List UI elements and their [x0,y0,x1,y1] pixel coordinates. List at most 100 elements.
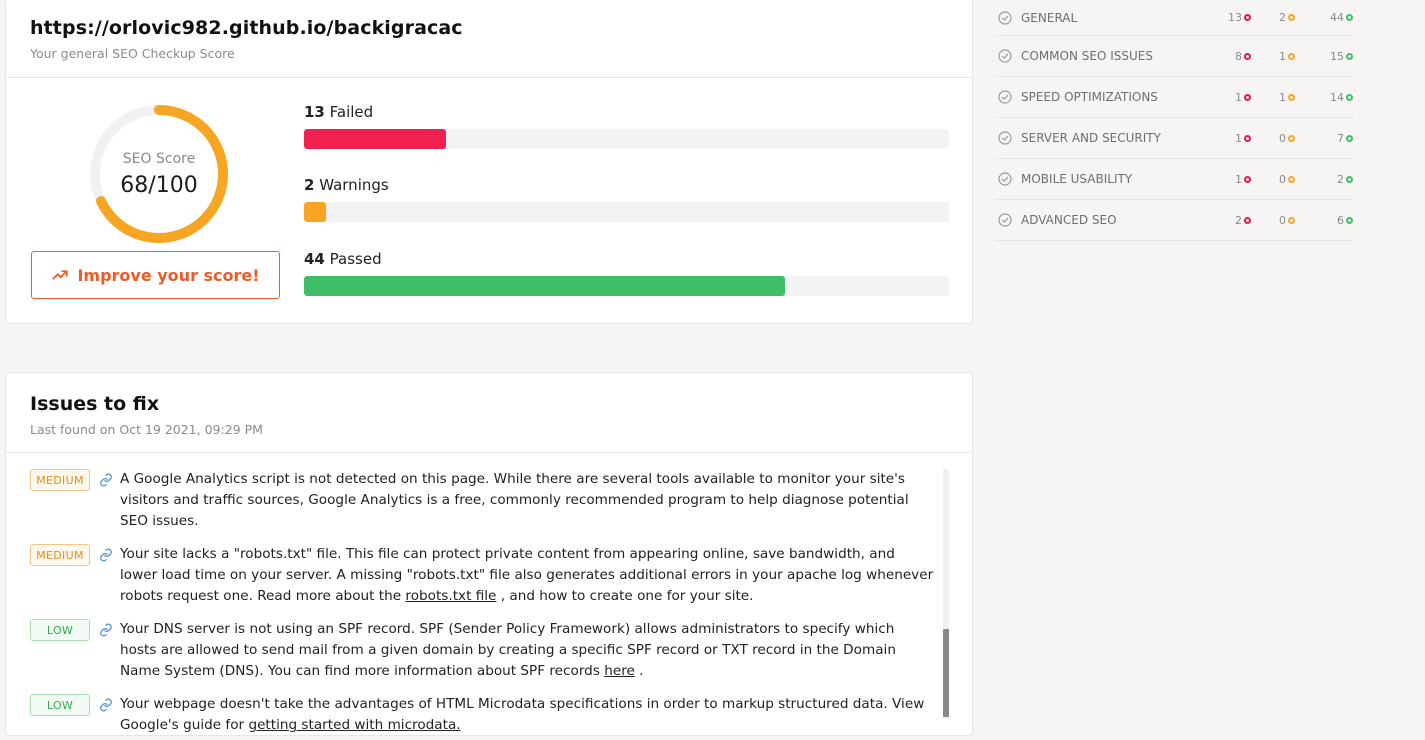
failed-dot-icon [1244,175,1251,183]
warnings-label: Warnings [319,176,389,194]
failed-count: 2 [1235,214,1251,227]
severity-badge: LOW [30,694,90,716]
warnings-bar [304,202,949,222]
issue-text: Your webpage doesn't take the advantages… [120,694,934,736]
issue-description: A Google Analytics script is not detecte… [120,471,909,529]
category-label: ADVANCED SEO [1021,213,1117,227]
warning-count: 1 [1279,91,1295,104]
check-circle-icon [998,49,1012,63]
category-row[interactable]: SPEED OPTIMIZATIONS 1 1 14 [995,77,1353,118]
microdata-link[interactable]: getting started with microdata. [248,717,460,733]
issue-item: MEDIUM A Google Analytics script is not … [30,469,934,532]
issue-text: Your DNS server is not using an SPF reco… [120,619,934,682]
failed-dot-icon [1244,134,1251,142]
passed-count: 44 [1330,11,1353,24]
failed-label: Failed [329,103,374,121]
passed-stat: 44 Passed [304,250,949,296]
category-row[interactable]: MOBILE USABILITY 1 0 2 [995,159,1353,200]
passed-dot-icon [1346,93,1353,101]
passed-count: 15 [1330,50,1353,63]
warning-count: 2 [1279,11,1295,24]
check-circle-icon [998,213,1012,227]
issues-last-found: Last found on Oct 19 2021, 09:29 PM [30,422,263,437]
warning-dot-icon [1288,175,1295,183]
check-circle-icon [998,10,1012,25]
score-subtitle: Your general SEO Checkup Score [30,46,235,61]
passed-bar [304,276,949,296]
category-label: GENERAL [1021,10,1078,25]
passed-count: 2 [1337,173,1353,186]
category-summary: GENERAL 13 2 44 COMMON SEO ISSUES 8 1 15 SPEED O… [995,0,1353,241]
passed-label: Passed [329,250,382,268]
trending-up-icon [52,270,69,280]
category-row[interactable]: SERVER AND SECURITY 1 0 7 [995,118,1353,159]
check-circle-icon [998,90,1012,104]
failed-count: 1 [1235,173,1251,186]
category-label: SERVER AND SECURITY [1021,131,1161,145]
site-url: https://orlovic982.github.io/backigracac [30,17,463,39]
issues-card: Issues to fix Last found on Oct 19 2021,… [5,372,973,736]
failed-dot-icon [1244,14,1251,21]
issue-item: LOW Your webpage doesn't take the advant… [30,694,934,736]
warning-count: 0 [1279,173,1295,186]
warnings-bar-fill [304,202,326,222]
issue-text: A Google Analytics script is not detecte… [120,469,934,532]
failed-dot-icon [1244,52,1251,60]
warning-count: 1 [1279,50,1295,63]
link-icon[interactable] [98,473,114,487]
category-row[interactable]: COMMON SEO ISSUES 8 1 15 [995,36,1353,77]
issue-item: MEDIUM Your site lacks a "robots.txt" fi… [30,544,934,607]
link-icon[interactable] [98,698,114,712]
category-label: MOBILE USABILITY [1021,172,1133,186]
check-circle-icon [998,131,1012,145]
failed-count: 13 [304,103,325,121]
warning-count: 0 [1279,132,1295,145]
improve-score-button[interactable]: Improve your score! [31,251,280,299]
failed-count: 13 [1228,11,1251,24]
issue-description-end: , and how to create one for your site. [496,588,754,604]
link-icon[interactable] [98,623,114,637]
check-circle-icon [998,172,1012,186]
failed-bar [304,129,949,149]
passed-dot-icon [1346,14,1353,21]
warnings-count: 2 [304,176,315,194]
warning-dot-icon [1288,14,1295,21]
robots-txt-link[interactable]: robots.txt file [405,588,496,604]
passed-dot-icon [1346,216,1353,224]
issues-title: Issues to fix [30,393,160,415]
link-icon[interactable] [98,548,114,562]
gauge-value: 68/100 [120,172,198,198]
failed-count: 1 [1235,132,1251,145]
passed-bar-fill [304,276,785,296]
category-row[interactable]: GENERAL 13 2 44 [995,0,1353,36]
warnings-stat: 2 Warnings [304,176,949,222]
category-label: SPEED OPTIMIZATIONS [1021,90,1158,104]
issue-text: Your site lacks a "robots.txt" file. Thi… [120,544,934,607]
seo-score-card: https://orlovic982.github.io/backigracac… [5,0,973,324]
gauge-label: SEO Score [122,150,196,167]
passed-count: 6 [1337,214,1353,227]
category-row[interactable]: ADVANCED SEO 2 0 6 [995,200,1353,241]
warning-dot-icon [1288,52,1295,60]
passed-count: 44 [304,250,325,268]
issues-card-header: Issues to fix Last found on Oct 19 2021,… [6,373,972,453]
scrollbar-thumb[interactable] [943,629,949,717]
passed-dot-icon [1346,175,1353,183]
failed-dot-icon [1244,93,1251,101]
failed-count: 1 [1235,91,1251,104]
issues-list: MEDIUM A Google Analytics script is not … [30,469,934,740]
seo-score-gauge: SEO Score 68/100 [84,99,234,249]
spf-records-link[interactable]: here [604,663,635,679]
issue-description: Your DNS server is not using an SPF reco… [120,621,896,679]
failed-count: 8 [1235,50,1251,63]
warning-dot-icon [1288,216,1295,224]
passed-dot-icon [1346,134,1353,142]
issue-item: LOW Your DNS server is not using an SPF … [30,619,934,682]
warning-dot-icon [1288,134,1295,142]
failed-dot-icon [1244,216,1251,224]
failed-stat: 13 Failed [304,103,949,149]
score-card-header: https://orlovic982.github.io/backigracac… [6,0,972,78]
issue-description: Your webpage doesn't take the advantages… [120,696,925,733]
severity-badge: LOW [30,619,90,641]
issues-scrollbar[interactable] [943,469,949,719]
